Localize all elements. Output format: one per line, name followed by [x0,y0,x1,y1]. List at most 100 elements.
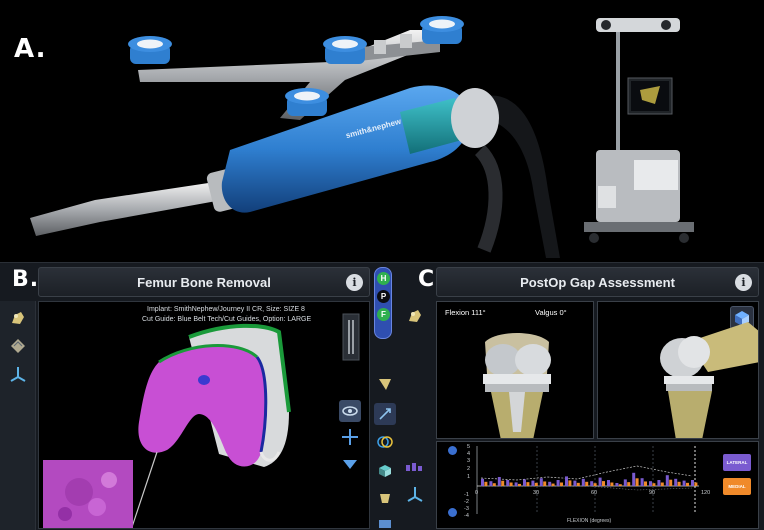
femur-model [43,313,360,528]
mode-h-button[interactable]: H [377,272,390,285]
y-tick: -1 [464,492,469,498]
lateral-gap-bar [691,480,694,486]
medial-gap-bar [560,482,563,486]
y-tick: 3 [467,458,471,464]
medial-gap-bar [568,480,572,486]
y-tick: 1 [467,474,471,480]
mode-p-button[interactable]: P [377,290,390,303]
info-button[interactable]: i [346,274,363,291]
lateral-gap-bar [573,480,577,486]
y-tick: -2 [464,499,469,505]
medial-gap-bar [660,482,664,486]
medial-gap-bar [610,482,614,486]
panel-c-postop-gap-assessment: C. PostOp Gap Assessment i Flexion 111° … [398,262,764,530]
gap-bars [481,472,698,486]
knee-lateral-view[interactable] [597,301,759,439]
panel-c-title-bar: PostOp Gap Assessment i [436,267,759,297]
knee-anterior-view[interactable]: Flexion 111° Valgus 0° [436,301,594,439]
medial-gap-bar [686,482,689,486]
middle-toolbar [372,363,398,530]
medial-gap-bar [669,479,673,486]
medial-legend-button[interactable]: MEDIAL [723,478,751,495]
left-toolbar [0,301,36,530]
lateral-gap-bar [590,481,594,486]
knee-anterior-model [483,333,551,438]
medial-gap-bar [602,481,605,486]
lateral-gap-bar [556,480,560,486]
medial-gap-bar [551,483,555,486]
femur-3d-viewport[interactable]: Implant: SmithNephew/Journey II CR, Size… [38,301,370,529]
medial-gap-bar [518,483,521,486]
axes-icon[interactable] [404,483,426,505]
tibia-small-icon[interactable] [374,513,396,530]
femur-small-icon[interactable] [374,487,396,509]
lateral-gap-bar [489,481,493,486]
gap-assessment-chart[interactable]: 5 4 3 2 1 -1 -2 -3 -4 0 30 60 90 120 FLE… [436,441,759,529]
info-button[interactable]: i [735,274,752,291]
medial-gap-bar [585,481,589,486]
y-tick: 5 [467,444,471,450]
x-axis-label: FLEXION (degrees) [567,518,612,524]
left-toolbar [398,301,432,530]
x-tick: 120 [701,490,711,496]
lateral-gap-bar [665,475,669,486]
page-title: PostOp Gap Assessment [520,274,675,290]
lateral-gap-bar [632,472,636,486]
lateral-gap-bar [531,480,535,486]
medial-gap-bar [652,483,656,486]
femur-view-icon[interactable] [404,305,426,327]
composite-figure: A. smith&nephew B. Femur Bone Removal i … [0,0,764,530]
lateral-gap-bar [506,480,510,486]
lateral-gap-bar [607,480,610,486]
top-marker-icon [448,446,457,455]
implant-cube-icon[interactable] [374,459,396,481]
panel-b-title-bar: Femur Bone Removal i [38,267,370,297]
x-tick: 60 [591,490,598,496]
lateral-gap-bar [649,481,652,486]
medial-gap-bar [492,483,496,486]
medial-gap-bar [543,481,547,486]
femur-view-icon[interactable] [7,307,29,329]
medial-gap-bar [644,481,647,486]
medial-gap-bar [509,482,513,486]
lateral-gap-bar [581,478,585,486]
medial-gap-bar [694,482,698,486]
overlap-circles-icon[interactable] [374,431,396,453]
medial-gap-bar [484,481,488,486]
page-title: Femur Bone Removal [137,274,271,290]
bone-tool-icon[interactable] [7,335,29,357]
medial-gap-bar [618,484,622,486]
panel-a-device-photo: A. smith&nephew [0,0,764,258]
lateral-gap-bar [539,478,543,486]
medial-gap-bar [677,481,681,486]
panel-b-letter: B. [12,267,40,292]
lateral-gap-bar [523,479,526,486]
x-tick: 0 [475,490,479,496]
pan-arrows-icon[interactable] [339,426,361,448]
lateral-gap-bar [657,480,661,486]
y-tick: -4 [464,513,469,519]
lateral-gap-bar [548,481,552,486]
lateral-gap-bar [514,482,518,486]
lateral-gap-bar [674,478,678,486]
lateral-gap-bar [623,479,627,486]
medial-gap-bar [534,482,538,486]
mode-selector: H P F [374,267,392,339]
resize-icon[interactable] [374,403,396,425]
lateral-gap-bar [615,483,619,486]
lateral-legend-button[interactable]: LATERAL [723,454,751,471]
y-tick: -3 [464,506,469,512]
bottom-marker-icon [448,508,457,517]
mode-f-button[interactable]: F [377,308,390,321]
y-tick: 4 [467,451,471,457]
axes-icon[interactable] [7,363,29,385]
lateral-gap-bar [598,477,602,486]
lateral-gap-bar [497,477,501,486]
knee-lateral-model [660,322,758,438]
panel-b-femur-bone-removal: B. Femur Bone Removal i Implant: SmithNe… [0,262,398,530]
bone-shape-icon[interactable] [374,373,396,395]
medial-gap-bar [526,482,530,486]
lateral-gap-bar [565,476,568,486]
rotate-view-icon[interactable] [339,400,361,422]
move-down-icon[interactable] [339,452,361,474]
